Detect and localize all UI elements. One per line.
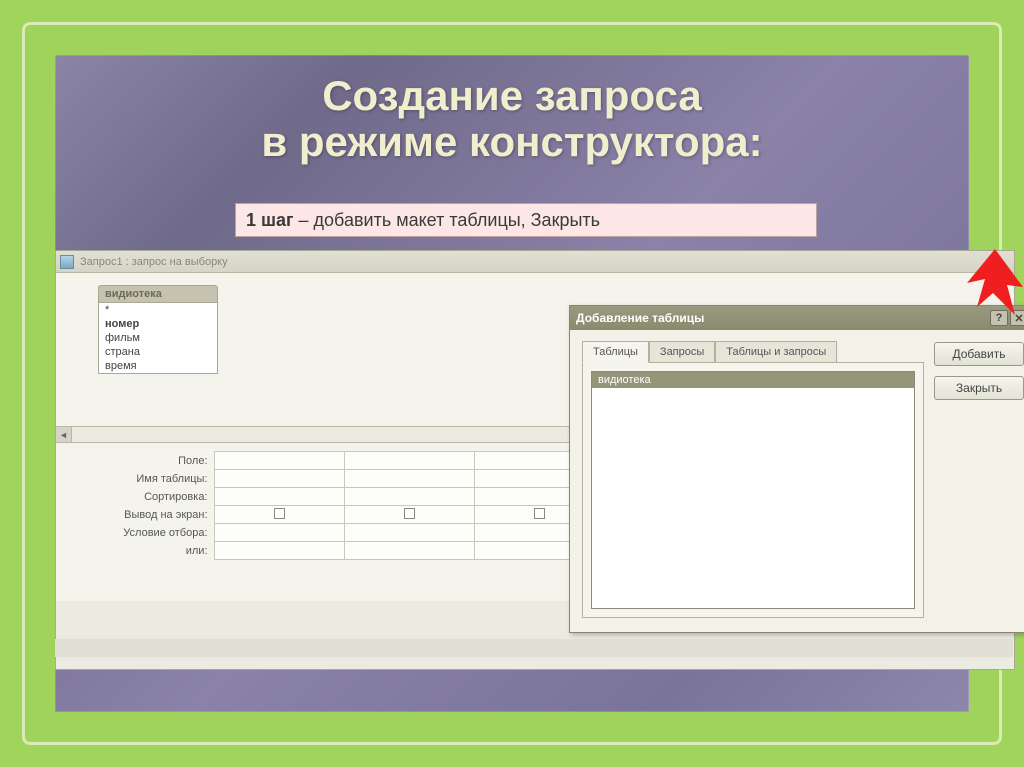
dialog-titlebar[interactable]: Добавление таблицы ? ✕ bbox=[570, 306, 1024, 330]
query-window-icon bbox=[60, 255, 74, 269]
grid-cell[interactable] bbox=[214, 470, 344, 488]
slide-title: Создание запроса в режиме конструктора: bbox=[55, 55, 969, 165]
grid-label-tablename: Имя таблицы: bbox=[56, 470, 214, 488]
query-window-titlebar[interactable]: Запрос1 : запрос на выборку bbox=[56, 251, 1014, 273]
field-item[interactable]: страна bbox=[99, 345, 217, 359]
table-fieldlist[interactable]: видиотека * номер фильм страна время bbox=[98, 285, 218, 374]
tables-listbox[interactable]: видиотека bbox=[591, 371, 915, 609]
grid-cell[interactable] bbox=[344, 542, 474, 560]
step-bold: 1 шаг bbox=[246, 210, 294, 230]
grid-label-sort: Сортировка: bbox=[56, 488, 214, 506]
dialog-tabpanel: видиотека bbox=[582, 362, 924, 618]
field-item[interactable]: время bbox=[99, 359, 217, 373]
scroll-left-button[interactable]: ◄ bbox=[56, 427, 72, 442]
field-item[interactable]: * bbox=[99, 303, 217, 317]
grid-cell[interactable] bbox=[214, 524, 344, 542]
title-line-2: в режиме конструктора: bbox=[55, 119, 969, 165]
step-callout: 1 шаг – добавить макет таблицы, Закрыть bbox=[235, 203, 817, 237]
add-table-dialog[interactable]: Добавление таблицы ? ✕ Таблицы Запросы Т… bbox=[569, 305, 1024, 633]
grid-cell[interactable] bbox=[214, 542, 344, 560]
grid-cell[interactable] bbox=[214, 506, 344, 524]
show-checkbox[interactable] bbox=[534, 508, 545, 519]
show-checkbox[interactable] bbox=[274, 508, 285, 519]
slide-panel: Создание запроса в режиме конструктора: … bbox=[55, 55, 969, 712]
listbox-item[interactable]: видиотека bbox=[592, 372, 914, 388]
grid-label-show: Вывод на экран: bbox=[56, 506, 214, 524]
tab-both[interactable]: Таблицы и запросы bbox=[715, 341, 837, 363]
table-fieldlist-body[interactable]: * номер фильм страна время bbox=[98, 302, 218, 374]
grid-cell[interactable] bbox=[344, 488, 474, 506]
bottom-ruler-band bbox=[55, 639, 1013, 657]
grid-cell[interactable] bbox=[344, 506, 474, 524]
title-line-1: Создание запроса bbox=[55, 73, 969, 119]
grid-cell[interactable] bbox=[344, 524, 474, 542]
field-item[interactable]: номер bbox=[99, 317, 217, 331]
qbe-grid[interactable]: Поле: Имя таблицы: Сортировка: Вывод на … bbox=[56, 451, 605, 560]
grid-cell[interactable] bbox=[214, 452, 344, 470]
grid-label-criteria: Условие отбора: bbox=[56, 524, 214, 542]
grid-label-field: Поле: bbox=[56, 452, 214, 470]
show-checkbox[interactable] bbox=[404, 508, 415, 519]
add-button[interactable]: Добавить bbox=[934, 342, 1024, 366]
dialog-title: Добавление таблицы bbox=[576, 311, 704, 325]
grid-label-or: или: bbox=[56, 542, 214, 560]
dialog-button-column: Добавить Закрыть bbox=[934, 342, 1024, 400]
tab-queries[interactable]: Запросы bbox=[649, 341, 715, 363]
tab-tables[interactable]: Таблицы bbox=[582, 341, 649, 363]
grid-cell[interactable] bbox=[214, 488, 344, 506]
pointer-arrow-icon bbox=[965, 249, 1024, 319]
table-fieldlist-header[interactable]: видиотека bbox=[98, 285, 218, 302]
field-item[interactable]: фильм bbox=[99, 331, 217, 345]
step-rest: – добавить макет таблицы, Закрыть bbox=[294, 210, 600, 230]
close-button[interactable]: Закрыть bbox=[934, 376, 1024, 400]
grid-cell[interactable] bbox=[344, 470, 474, 488]
grid-cell[interactable] bbox=[344, 452, 474, 470]
slide-outer-frame: Создание запроса в режиме конструктора: … bbox=[22, 22, 1002, 745]
query-window-title: Запрос1 : запрос на выборку bbox=[80, 256, 228, 268]
